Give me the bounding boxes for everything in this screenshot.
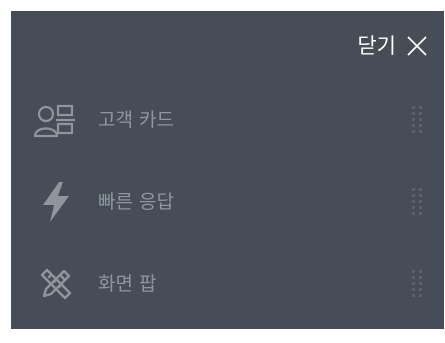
drag-handle-icon[interactable]: [411, 105, 423, 135]
customer-card-icon: [33, 97, 79, 143]
menu-item-customer-card[interactable]: 고객 카드: [11, 81, 444, 159]
menu-item-quick-reply[interactable]: 빠른 응답: [11, 163, 444, 241]
screen-pop-icon: [33, 261, 79, 307]
menu-header: 닫기: [11, 11, 444, 79]
lightning-icon: [33, 179, 79, 225]
menu-item-label: 화면 팝: [98, 272, 157, 295]
close-button[interactable]: 닫기: [357, 29, 428, 63]
close-icon: [406, 35, 428, 57]
menu-item-label: 고객 카드: [98, 108, 174, 131]
close-label: 닫기: [357, 33, 396, 58]
menu-item-label: 빠른 응답: [98, 190, 174, 213]
side-menu-panel: 닫기 고객 카드 빠른 응답 화면 팝: [11, 11, 444, 329]
drag-handle-icon[interactable]: [411, 269, 423, 299]
menu-item-screen-pop[interactable]: 화면 팝: [11, 245, 444, 323]
drag-handle-icon[interactable]: [411, 187, 423, 217]
